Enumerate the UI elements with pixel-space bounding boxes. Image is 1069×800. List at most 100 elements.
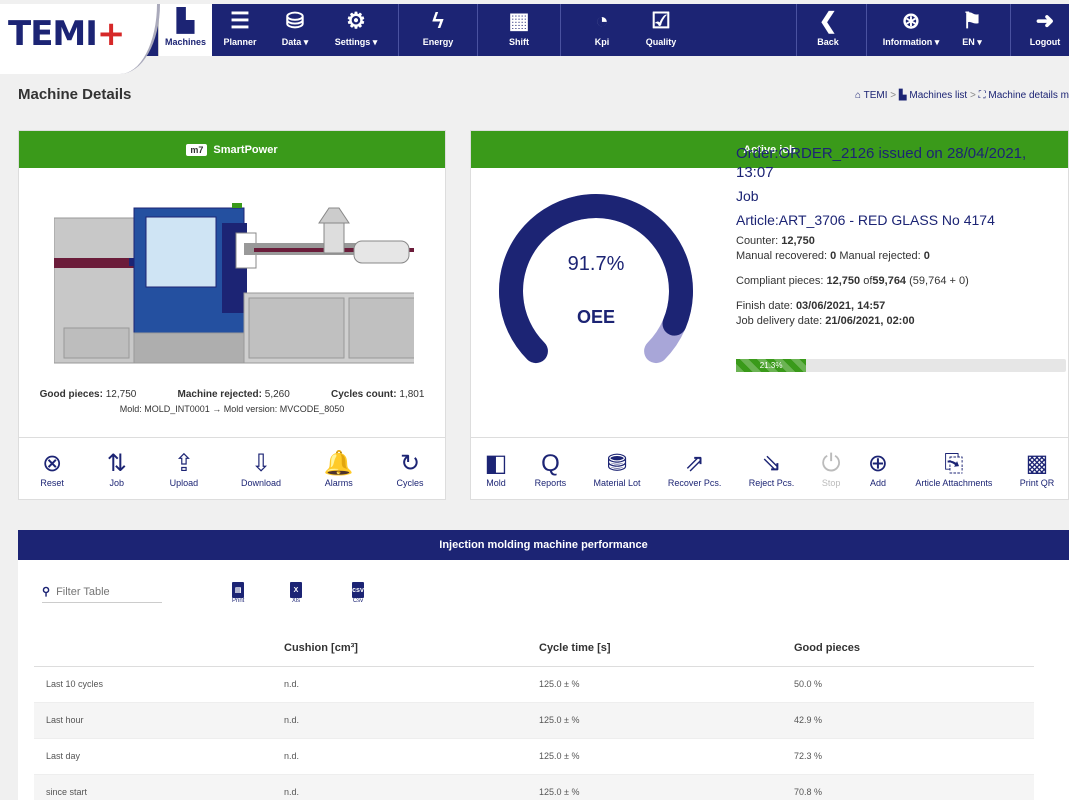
finish-line: Finish date: 03/06/2021, 14:57	[736, 299, 886, 312]
recover-pcs-button[interactable]: ⇗ Recover Pcs.	[668, 450, 722, 488]
machine-panel: m7 SmartPower Good pieces: 12,750 Machin…	[18, 130, 446, 500]
logo-plus: +	[96, 14, 125, 54]
nav-quality-label: Quality	[645, 37, 677, 47]
power-icon: ⏻	[821, 449, 841, 477]
flag-icon: ⚑	[962, 8, 982, 33]
compliant-line: Compliant pieces: 12,750 of59,764 (59,76…	[736, 274, 969, 287]
oee-label: OEE	[576, 307, 615, 327]
logo-text: TEMI	[8, 14, 98, 54]
gauge-fill	[499, 194, 693, 364]
nav-kpi-label: Kpi	[594, 37, 610, 47]
nav-back[interactable]: ❮ Back	[812, 4, 844, 56]
machine-panel-header: m7 SmartPower	[19, 131, 445, 168]
table-cell: n.d.	[284, 666, 539, 703]
file-csv-icon: csv	[352, 582, 364, 598]
reset-button[interactable]: ⊗ Reset	[40, 450, 64, 488]
table-cell: 125.0 ± %	[539, 702, 794, 739]
article-line: Article:ART_3706 - RED GLASS No 4174	[736, 212, 995, 229]
upload-icon: ⇪	[173, 449, 194, 477]
reports-button[interactable]: Q Reports	[535, 450, 567, 488]
column-header[interactable]	[34, 630, 284, 667]
page-title: Machine Details	[18, 86, 132, 103]
active-job-panel: Active job 91.7% OEE Order:ORDER_2126 is…	[470, 130, 1069, 500]
nav-divider	[1010, 4, 1011, 56]
filter-table: ⚲	[42, 585, 162, 603]
table-cell: Last day	[34, 738, 284, 775]
column-header[interactable]: Cushion [cm³]	[284, 630, 539, 667]
breadcrumb-current: Machine details m	[988, 90, 1069, 101]
table-cell: since start	[34, 774, 284, 800]
nav-logout[interactable]: ➜ Logout	[1024, 4, 1066, 56]
upload-button[interactable]: ⇪ Upload	[170, 450, 199, 488]
machine-stats: Good pieces: 12,750 Machine rejected: 5,…	[19, 389, 445, 414]
nav-back-label: Back	[817, 37, 839, 47]
stop-button[interactable]: ⏻ Stop	[822, 450, 841, 488]
job-button[interactable]: ⇅ Job	[107, 450, 127, 488]
nav-quality[interactable]: ☑ Quality	[638, 4, 684, 56]
nav-data[interactable]: ⛁ Data ▾	[270, 4, 320, 56]
mold-button[interactable]: ◧ Mold	[485, 450, 508, 488]
table-row: Last hour n.d. 125.0 ± % 42.9 %	[34, 702, 1034, 739]
nav-logout-label: Logout	[1029, 37, 1061, 47]
nav-energy[interactable]: ϟ Energy	[415, 4, 461, 56]
table-cell: n.d.	[284, 774, 539, 800]
download-icon: ⇩	[250, 449, 272, 477]
nav-settings[interactable]: ⚙ Settings ▾	[325, 4, 387, 56]
qrcode-icon: ▩	[1025, 449, 1049, 477]
nav-divider	[866, 4, 867, 56]
nav-kpi[interactable]: ◔ Kpi	[580, 4, 624, 56]
refresh-icon: ↻	[400, 449, 421, 477]
table-header-row: Cushion [cm³] Cycle time [s] Good pieces	[34, 630, 1034, 667]
nav-language[interactable]: ⚑ EN ▾	[950, 4, 994, 56]
material-lot-button[interactable]: ⛃ Material Lot	[594, 450, 641, 488]
nav-shift[interactable]: ▦ Shift	[497, 4, 541, 56]
machine-badge: m7	[186, 143, 208, 156]
plus-circle-icon: ⊕	[867, 449, 888, 477]
article-attachments-button[interactable]: ⎘ Article Attachments	[915, 450, 992, 488]
factory-icon: ▙	[177, 8, 194, 33]
speedometer-icon: ◔	[595, 8, 609, 33]
nav-energy-label: Energy	[422, 37, 454, 47]
breadcrumb-machines-list[interactable]: Machines list	[909, 90, 967, 101]
bolt-icon: ϟ	[432, 8, 444, 33]
table-cell: 125.0 ± %	[539, 666, 794, 703]
add-button[interactable]: ⊕ Add	[868, 450, 888, 488]
machine-rejected-stat: Machine rejected: 5,260	[177, 389, 290, 400]
nav-divider	[796, 4, 797, 56]
job-progress-bar: 21.3%	[736, 359, 1066, 372]
sort-icon: ⇅	[106, 449, 127, 477]
filter-input[interactable]	[56, 585, 147, 598]
nav-machines-label: Machines	[164, 37, 206, 47]
breadcrumb-home[interactable]: TEMI	[864, 90, 888, 101]
cycles-button[interactable]: ↻ Cycles	[397, 450, 424, 488]
nav-information[interactable]: ⊛ Information ▾	[878, 4, 944, 56]
top-nav: TEMI+ ▙ Machines ☰ Planner ⛁ Data ▾ ⚙ Settin…	[0, 4, 1069, 74]
column-header[interactable]: Cycle time [s]	[539, 630, 794, 667]
download-button[interactable]: ⇩ Download	[241, 450, 281, 488]
bell-icon: 🔔	[323, 449, 354, 477]
file-excel-icon: X	[290, 582, 302, 598]
cycles-count-stat: Cycles count: 1,801	[331, 389, 425, 400]
xls-button[interactable]: X Xls	[290, 582, 302, 604]
print-qr-button[interactable]: ▩ Print QR	[1020, 450, 1055, 488]
reports-icon: Q	[541, 449, 560, 477]
temi-logo: TEMI+	[8, 14, 125, 54]
table-cell: 70.8 %	[794, 774, 1034, 800]
logo-area[interactable]: TEMI+	[0, 4, 160, 74]
column-header[interactable]: Good pieces	[794, 630, 1034, 667]
counter-line: Counter: 12,750	[736, 235, 815, 248]
list-icon: ☰	[230, 8, 250, 33]
reject-pcs-button[interactable]: ⇘ Reject Pcs.	[749, 450, 795, 488]
search-icon: ⚲	[42, 586, 51, 598]
share-icon: ⇗	[684, 449, 705, 477]
table-row: Last day n.d. 125.0 ± % 72.3 %	[34, 738, 1034, 775]
csv-button[interactable]: csv Csv	[352, 582, 364, 604]
nav-machines[interactable]: ▙ Machines	[158, 4, 212, 56]
reject-icon: ⇘	[761, 449, 782, 477]
alarms-button[interactable]: 🔔 Alarms	[324, 450, 354, 488]
performance-table: Cushion [cm³] Cycle time [s] Good pieces…	[34, 630, 1034, 800]
nav-planner[interactable]: ☰ Planner	[215, 4, 265, 56]
print-button[interactable]: ▤ Print	[232, 582, 244, 604]
nav-divider	[560, 4, 561, 56]
performance-panel: Injection molding machine performance ⚲ …	[18, 530, 1069, 800]
